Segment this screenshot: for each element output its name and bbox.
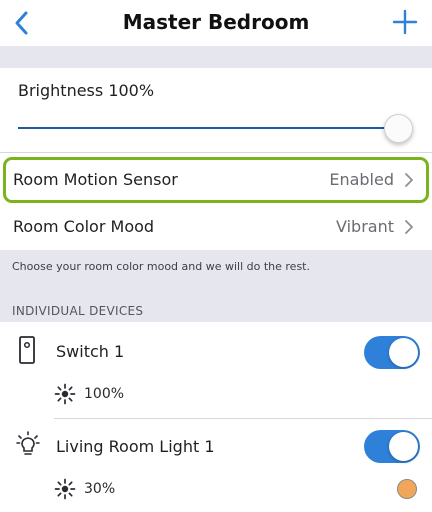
brightness-icon <box>54 383 76 405</box>
device-color-swatch[interactable] <box>397 479 417 499</box>
device-living-room-light-1[interactable]: Living Room Light 1 30% <box>0 419 432 512</box>
brightness-cell: Brightness 100% <box>0 68 432 152</box>
section-gap <box>0 46 432 68</box>
device-name: Living Room Light 1 <box>56 437 215 456</box>
info-band: Choose your room color mood and we will … <box>0 250 432 322</box>
device-level: 30% <box>84 481 116 497</box>
device-level: 100% <box>84 386 125 402</box>
toggle-knob <box>389 432 418 461</box>
wall-switch-icon <box>19 336 35 364</box>
page-title: Master Bedroom <box>122 10 310 34</box>
room-color-mood-label: Room Color Mood <box>13 217 155 236</box>
device-switch-1[interactable]: Switch 1 100% <box>0 322 432 418</box>
navbar: Master Bedroom <box>0 0 432 46</box>
section-header: INDIVIDUAL DEVICES <box>12 304 144 318</box>
room-color-mood-row[interactable]: Room Color Mood Vibrant <box>0 204 432 250</box>
chevron-right-icon <box>405 220 413 234</box>
plus-icon[interactable] <box>390 6 420 36</box>
brightness-slider-knob[interactable] <box>384 114 413 143</box>
light-bulb-icon <box>16 431 40 455</box>
device-name: Switch 1 <box>56 342 125 361</box>
room-color-mood-value: Vibrant <box>336 217 394 236</box>
brightness-icon <box>54 478 76 500</box>
brightness-label: Brightness 100% <box>18 81 155 100</box>
device-toggle[interactable] <box>364 336 420 369</box>
toggle-knob <box>389 338 418 367</box>
divider <box>0 152 432 153</box>
color-mood-note: Choose your room color mood and we will … <box>12 260 310 273</box>
brightness-slider-track[interactable] <box>18 127 402 129</box>
device-toggle[interactable] <box>364 430 420 463</box>
highlight-outline <box>3 157 429 203</box>
